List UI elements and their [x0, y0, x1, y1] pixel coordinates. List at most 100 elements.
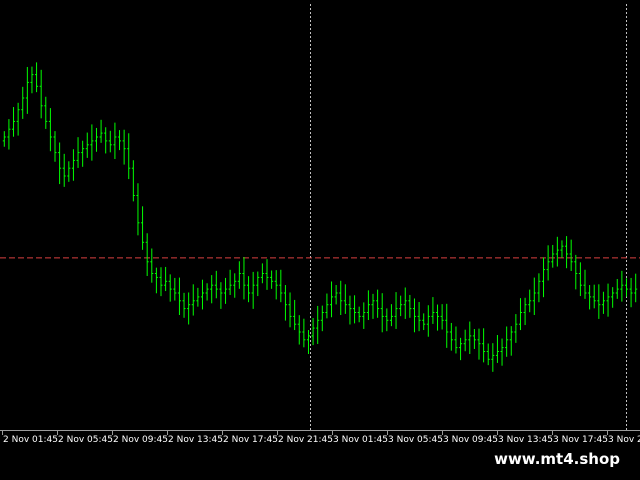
candle-104	[482, 328, 486, 363]
candle-73	[339, 280, 343, 316]
candle-71	[330, 281, 334, 318]
candle-105	[486, 343, 490, 366]
price-chart	[0, 4, 640, 435]
candle-112	[518, 298, 522, 331]
candle-109	[505, 326, 509, 357]
candle-100	[463, 329, 467, 352]
candle-58	[270, 270, 274, 289]
candle-32	[150, 248, 154, 283]
candle-92	[426, 305, 430, 337]
candle-91	[422, 313, 426, 331]
candle-96	[445, 303, 449, 348]
candle-82	[380, 293, 384, 333]
candle-52	[242, 257, 246, 300]
candle-128	[592, 284, 596, 309]
candle-17	[81, 140, 85, 167]
candle-85	[394, 292, 398, 329]
candle-8	[39, 69, 43, 119]
candle-41	[191, 284, 195, 316]
candle-133	[615, 278, 619, 299]
candle-76	[353, 295, 357, 324]
x-tick-label: 3 Nov 2	[608, 435, 640, 445]
candle-125	[578, 262, 582, 297]
candle-6	[30, 66, 34, 94]
candle-97	[449, 322, 453, 351]
candle-22	[104, 127, 108, 154]
candle-26	[122, 129, 126, 165]
chart-window: 2 Nov 01:45 2 Nov 05:45 2 Nov 09:45 2 Nov 1…	[0, 0, 640, 480]
candle-123	[569, 239, 573, 271]
x-tick-label: 3 Nov 17:45	[553, 435, 608, 445]
candle-62	[288, 292, 292, 328]
candle-61	[283, 285, 287, 321]
candle-99	[459, 337, 463, 361]
candle-20	[94, 127, 98, 152]
candle-63	[293, 299, 297, 331]
candle-113	[523, 297, 527, 326]
candle-14	[67, 161, 71, 182]
candle-129	[597, 284, 601, 319]
candle-21	[99, 119, 103, 143]
candle-24	[113, 122, 117, 160]
candle-4	[21, 86, 25, 119]
x-tick-label: 2 Nov 05:45	[58, 435, 113, 445]
candle-36	[168, 274, 172, 302]
candle-66	[306, 330, 310, 355]
candle-80	[371, 293, 375, 319]
candle-34	[159, 267, 163, 297]
x-tick-label: 2 Nov 01:45	[3, 435, 58, 445]
candle-117	[542, 257, 546, 298]
candle-39	[182, 292, 186, 318]
candle-27	[127, 133, 131, 180]
candle-33	[154, 267, 158, 294]
candle-81	[376, 289, 380, 318]
candle-93	[431, 297, 435, 324]
candle-120	[555, 236, 559, 267]
candle-87	[403, 287, 407, 319]
candle-16	[76, 137, 80, 168]
candle-3	[16, 102, 20, 136]
candle-10	[48, 108, 52, 152]
candle-86	[399, 295, 403, 317]
candle-122	[565, 236, 569, 269]
candle-74	[343, 284, 347, 314]
candle-30	[141, 206, 145, 250]
candle-0	[2, 131, 6, 147]
candle-57	[265, 259, 269, 290]
candle-44	[205, 283, 209, 301]
candle-65	[302, 318, 306, 348]
candle-124	[574, 254, 578, 290]
candle-111	[514, 314, 518, 343]
candle-13	[62, 153, 66, 187]
candle-67	[311, 317, 315, 346]
x-tick-label: 2 Nov 21:45	[278, 435, 333, 445]
candle-75	[348, 295, 352, 325]
candle-31	[145, 233, 149, 277]
x-tick-label: 2 Nov 17:45	[223, 435, 278, 445]
candle-134	[620, 270, 624, 302]
candle-5	[25, 66, 29, 114]
candle-116	[537, 273, 541, 303]
candle-11	[53, 131, 57, 162]
candle-77	[357, 306, 361, 323]
candle-121	[560, 240, 564, 258]
candle-49	[228, 269, 232, 295]
candle-29	[136, 183, 140, 236]
candle-101	[468, 321, 472, 355]
x-tick-label: 3 Nov 09:45	[443, 435, 498, 445]
candle-110	[509, 326, 513, 356]
candle-64	[297, 315, 301, 345]
candle-102	[472, 328, 476, 349]
candle-84	[389, 304, 393, 327]
candle-95	[440, 304, 444, 330]
candle-137	[634, 273, 638, 303]
candle-107	[495, 335, 499, 363]
x-tick-label: 3 Nov 01:45	[333, 435, 388, 445]
x-tick-label: 3 Nov 13:45	[498, 435, 553, 445]
candle-90	[417, 302, 421, 332]
candle-59	[274, 270, 278, 300]
candle-72	[334, 285, 338, 305]
candle-23	[108, 130, 112, 153]
candle-19	[90, 124, 94, 161]
candle-35	[164, 266, 168, 292]
